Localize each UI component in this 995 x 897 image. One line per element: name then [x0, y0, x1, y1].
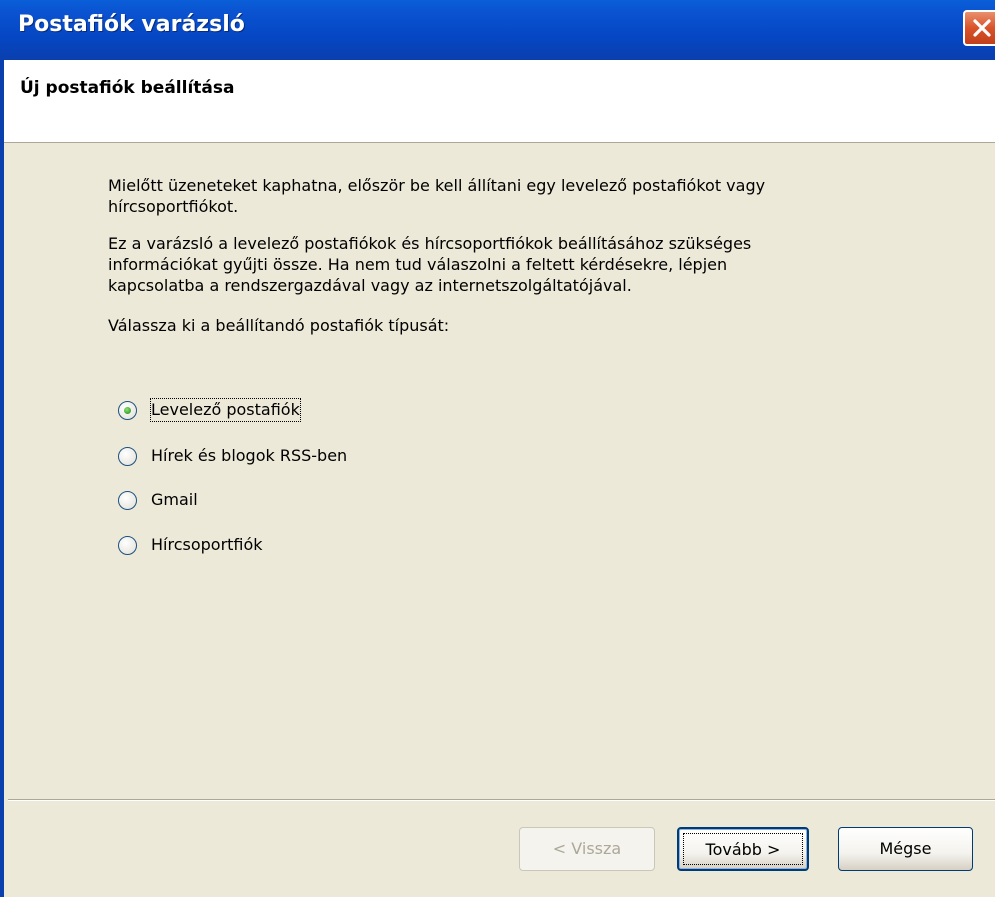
next-button[interactable]: Tovább > — [677, 827, 809, 871]
intro-text-line-1: Mielőtt üzeneteket kaphatna, először be … — [108, 176, 766, 195]
radio-button-selected[interactable] — [118, 401, 137, 420]
radio-label[interactable]: Hírcsoportfiók — [151, 534, 263, 556]
description-line-3: kapcsolatba a rendszergazdával vagy az i… — [108, 276, 632, 295]
radio-dot — [124, 407, 131, 414]
intro-text-line-2: hírcsoportfiókot. — [108, 197, 239, 216]
radio-button[interactable] — [118, 491, 137, 510]
title-bar[interactable]: Postafiók varázsló — [0, 0, 995, 60]
window-left-border — [0, 60, 4, 897]
account-type-prompt: Válassza ki a beállítandó postafiók típu… — [108, 316, 450, 335]
close-icon — [973, 19, 991, 37]
radio-label[interactable]: Hírek és blogok RSS-ben — [151, 445, 347, 467]
page-title: Új postafiók beállítása — [20, 78, 235, 98]
radio-label[interactable]: Levelező postafiók — [150, 398, 301, 422]
description-line-2: információkat gyűjti össze. Ha nem tud v… — [108, 255, 728, 274]
radio-label[interactable]: Gmail — [151, 489, 198, 511]
radio-button[interactable] — [118, 447, 137, 466]
back-button-label: < Vissza — [552, 839, 622, 858]
close-button[interactable] — [963, 10, 995, 46]
window-title: Postafiók varázsló — [18, 12, 245, 37]
back-button[interactable]: < Vissza — [519, 827, 655, 871]
button-separator — [8, 799, 995, 801]
cancel-button[interactable]: Mégse — [838, 827, 973, 871]
description-line-1: Ez a varázsló a levelező postafiókok és … — [108, 234, 752, 253]
cancel-button-label: Mégse — [879, 839, 932, 858]
wizard-header: Új postafiók beállítása — [0, 60, 995, 143]
focus-rect — [683, 833, 803, 865]
radio-button[interactable] — [118, 536, 137, 555]
